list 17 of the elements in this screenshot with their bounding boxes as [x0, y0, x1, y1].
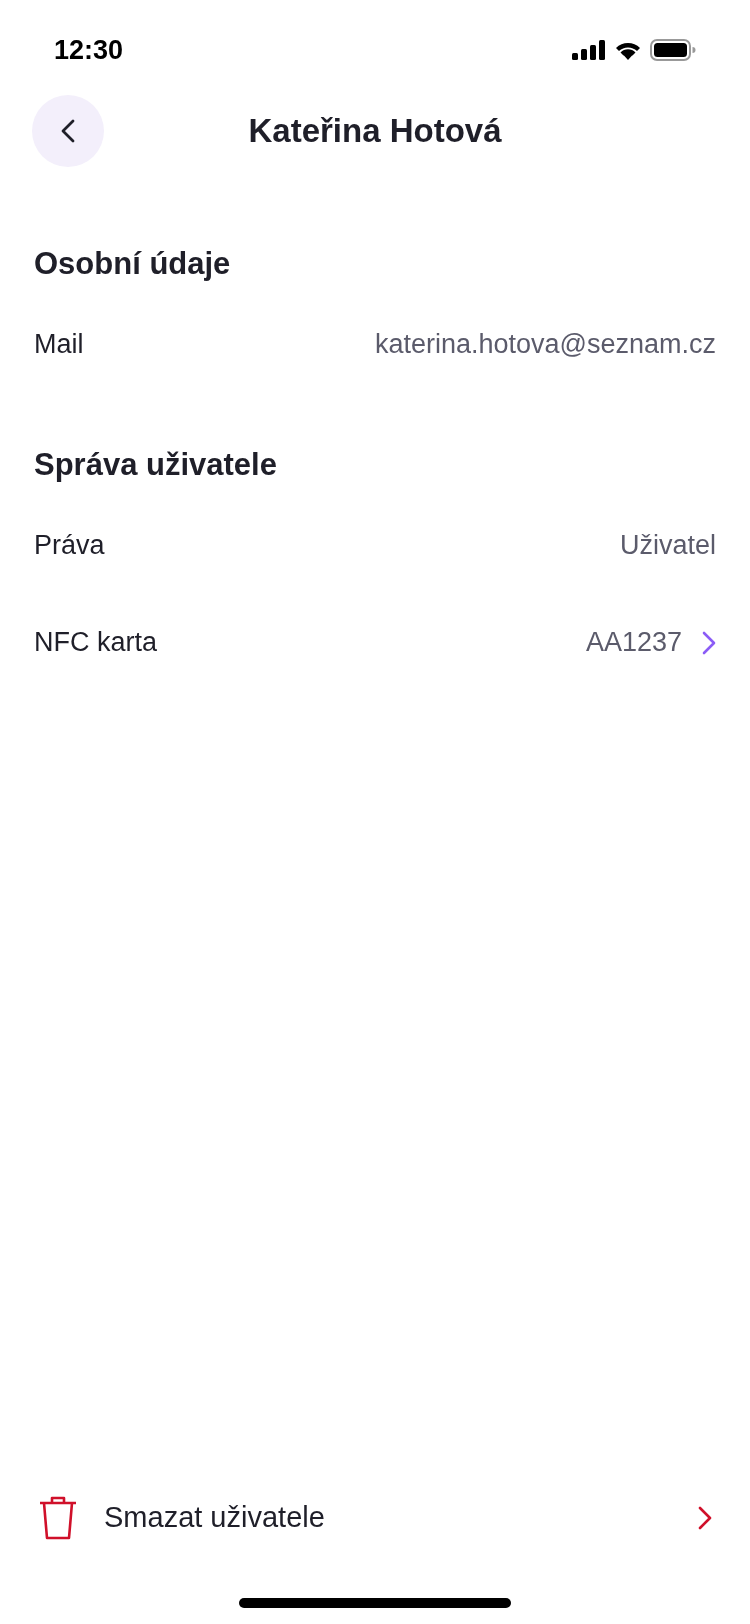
row-label: Mail: [34, 328, 84, 362]
row-value: Uživatel: [619, 529, 716, 563]
row-label: NFC karta: [34, 626, 158, 660]
page-title: Kateřina Hotová: [248, 111, 502, 152]
battery-icon: [650, 39, 696, 61]
section-title: Správa uživatele: [34, 445, 278, 484]
row-value: katerina.hotova@seznam.cz: [374, 328, 716, 362]
nfc-card-button[interactable]: AA1237: [585, 622, 716, 663]
chevron-right-icon: [702, 630, 716, 655]
delete-user-button[interactable]: Smazat uživatele: [0, 1478, 750, 1558]
signal-icon: [572, 40, 606, 60]
chevron-right-icon: [698, 1506, 712, 1530]
row-label: Práva: [34, 529, 105, 563]
trash-icon: [38, 1495, 78, 1541]
section-title: Osobní údaje: [34, 244, 232, 283]
status-time: 12:30: [54, 33, 124, 67]
wifi-icon: [614, 40, 642, 60]
